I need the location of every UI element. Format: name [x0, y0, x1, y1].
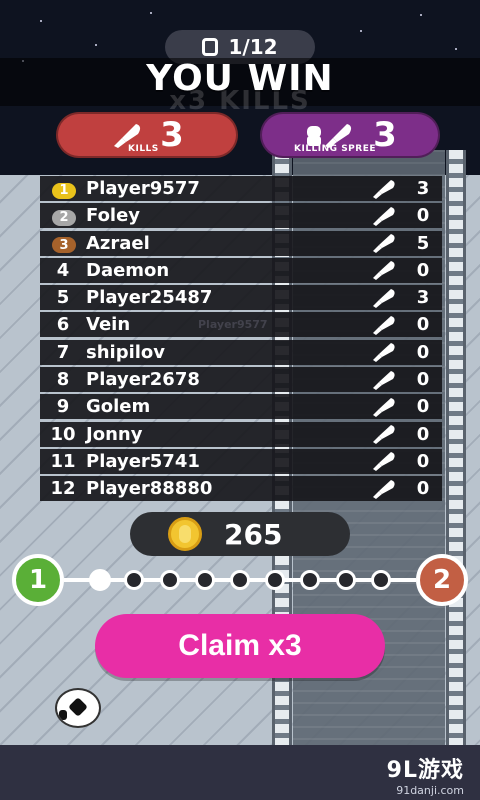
rank-medal: 3: [52, 237, 76, 254]
player-name: Player25487: [86, 287, 213, 309]
rank-cell: 6: [56, 314, 70, 336]
killing-spree-badge: 3 KILLING SPREE: [260, 112, 440, 158]
next-level-node: 2: [416, 554, 468, 606]
kill-count: 0: [416, 205, 430, 227]
progress-step: [194, 570, 215, 590]
round-text: 1/12: [228, 35, 278, 59]
leaderboard-row: 12 Player88880 0: [40, 476, 442, 502]
player-name: Player5741: [86, 450, 200, 472]
progress-step: [335, 570, 356, 590]
kill-count: 0: [416, 396, 430, 418]
player-nametag: Player9577: [198, 318, 268, 331]
coin-icon: [168, 517, 202, 551]
leaderboard-row: 4 Daemon 0: [40, 257, 442, 283]
kills-label: KILLS: [128, 144, 159, 154]
claim-button[interactable]: Claim x3: [95, 614, 385, 678]
kill-count: 0: [416, 450, 430, 472]
watermark-sub: 91danji.com: [396, 784, 464, 797]
progress-step: [124, 570, 145, 590]
page-title: YOU WIN: [146, 58, 334, 99]
progress-step: [300, 570, 321, 590]
rank-cell: 5: [56, 287, 70, 309]
kill-count: 5: [416, 232, 430, 254]
knife-icon: [373, 370, 395, 390]
level-progress: 1 2: [0, 550, 480, 610]
player-name: Jonny: [86, 423, 143, 445]
kill-count: 0: [416, 314, 430, 336]
player-name: Player88880: [86, 478, 213, 500]
kill-count: 0: [416, 341, 430, 363]
player-name: Player2678: [86, 369, 200, 391]
progress-step: [265, 570, 286, 590]
leaderboard-row: 2 Foley 0: [40, 203, 442, 229]
spree-value: 3: [373, 115, 397, 155]
rank-cell: 7: [56, 341, 70, 363]
knife-icon: [373, 425, 395, 445]
kill-count: 0: [416, 259, 430, 281]
progress-step: [370, 570, 391, 590]
kill-count: 0: [416, 478, 430, 500]
rank-cell: 1: [40, 178, 86, 199]
coin-amount: 265: [224, 517, 283, 551]
watermark-logo: 9L游戏 91danji.com: [387, 752, 464, 797]
kill-count: 3: [416, 287, 430, 309]
knife-icon: [373, 452, 395, 472]
leaderboard: 1 Player9577 3 2 Foley 0 3 Azrael 5 4 Daemon 0 5 Play…: [40, 176, 442, 504]
leaderboard-row: 11 Player5741 0: [40, 448, 442, 474]
kills-value: 3: [160, 115, 184, 155]
knife-icon: [373, 261, 395, 281]
rank-cell: 2: [40, 205, 86, 226]
leaderboard-row: 1 Player9577 3: [40, 176, 442, 201]
leaderboard-row: 8 Player2678 0: [40, 367, 442, 393]
progress-step-complete: [89, 569, 112, 591]
knife-icon: [373, 234, 395, 254]
leaderboard-row: 7 shipilov 0: [40, 339, 442, 365]
player-name: Golem: [86, 396, 151, 418]
rank-medal: 2: [52, 209, 76, 226]
rank-cell: 12: [50, 478, 76, 500]
spree-label: KILLING SPREE: [294, 144, 376, 154]
player-name: Daemon: [86, 259, 170, 281]
kills-badge: 3 KILLS: [56, 112, 238, 158]
watermark-main: 9L游戏: [386, 758, 464, 783]
knife-icon: [373, 479, 395, 499]
player-name: shipilov: [86, 341, 166, 363]
knife-icon: [373, 179, 395, 199]
knife-icon: [373, 288, 395, 308]
leaderboard-row: 3 Azrael 5: [40, 230, 442, 256]
knife-icon: [373, 343, 395, 363]
player-name: Azrael: [86, 232, 150, 254]
rank-cell: 4: [56, 259, 70, 281]
knife-icon: [373, 397, 395, 417]
lock-icon: [202, 38, 219, 56]
kill-count: 0: [416, 423, 430, 445]
knife-icon: [373, 315, 395, 335]
rank-cell: 10: [50, 423, 76, 445]
current-level-node: 1: [12, 554, 64, 606]
knife-icon: [373, 206, 395, 226]
rank-cell: 8: [56, 369, 70, 391]
leaderboard-row: 10 Jonny 0: [40, 421, 442, 447]
progress-step: [159, 570, 180, 590]
player-name: Foley: [86, 205, 141, 227]
rank-medal: 1: [52, 182, 76, 199]
player-name: Player9577: [86, 178, 200, 199]
kill-count: 0: [416, 369, 430, 391]
kill-count: 3: [416, 178, 430, 199]
rank-cell: 3: [40, 233, 86, 254]
progress-step: [230, 570, 250, 590]
rank-cell: 9: [56, 396, 70, 418]
rail-right: [446, 150, 466, 760]
leaderboard-row: 9 Golem 0: [40, 394, 442, 420]
soccer-ball: [55, 688, 101, 728]
leaderboard-row: 5 Player25487 3: [40, 285, 442, 311]
rank-cell: 11: [50, 450, 76, 472]
